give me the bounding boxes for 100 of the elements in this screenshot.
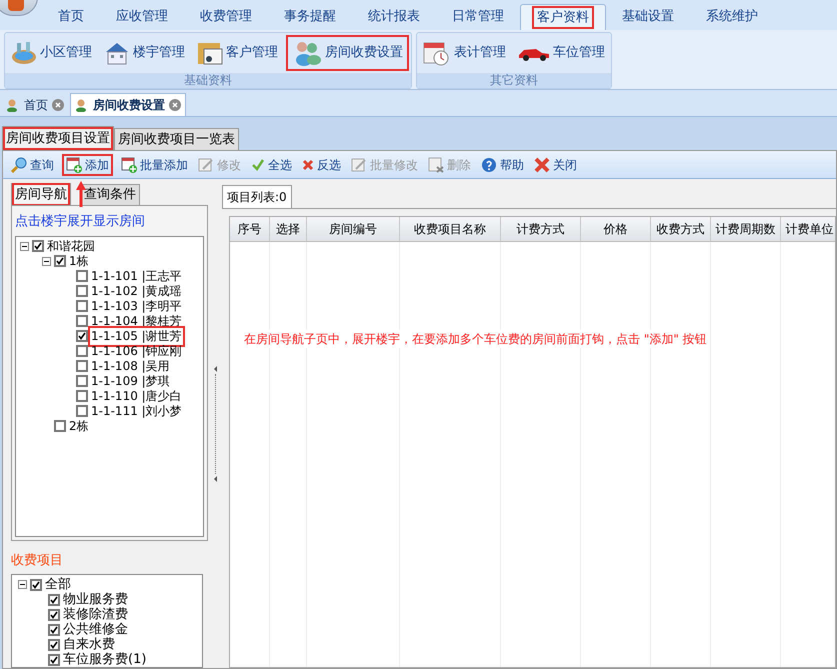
close-tab-icon[interactable]	[52, 98, 64, 110]
column-header[interactable]: 计费单位	[781, 217, 837, 241]
page-tab[interactable]: 房间收费项目设置	[2, 126, 114, 150]
tree-item-label[interactable]: 自来水费	[63, 637, 115, 652]
fee-items-title: 收费项目	[11, 552, 64, 570]
page-tab[interactable]: 房间收费项目一览表	[114, 128, 239, 150]
ribbon-button[interactable]: 车位管理	[514, 35, 609, 71]
ribbon-button[interactable]: 客户管理	[193, 35, 282, 71]
menu-tab[interactable]: 客户资料	[520, 4, 606, 30]
ribbon-button[interactable]: 小区管理	[7, 35, 96, 71]
collapse-toggle-icon[interactable]	[42, 256, 51, 266]
house-icon	[104, 40, 130, 66]
document-tab[interactable]: 房间收费设置	[70, 93, 186, 116]
checkbox[interactable]	[48, 654, 60, 666]
menu-tab[interactable]: 日常管理	[436, 4, 520, 30]
add-row-icon	[66, 156, 82, 172]
column-header[interactable]: 价格	[581, 217, 651, 241]
checkbox[interactable]	[48, 638, 60, 650]
cross-icon	[302, 158, 314, 170]
tree-item-label[interactable]: 1-1-102 |黄成瑶	[91, 284, 182, 298]
document-tab[interactable]: 首页	[2, 93, 68, 116]
edit-icon	[198, 156, 214, 172]
panel-tab[interactable]: 房间导航	[11, 183, 71, 205]
column-header[interactable]: 房间编号	[307, 217, 400, 241]
checkbox[interactable]	[76, 375, 88, 387]
collapse-toggle-icon[interactable]	[18, 580, 27, 589]
delete-icon	[428, 156, 444, 172]
menu-tab[interactable]: 事务提醒	[268, 4, 352, 30]
checkbox[interactable]	[76, 285, 88, 297]
collapse-toggle-icon[interactable]	[20, 242, 29, 250]
add-row-icon	[121, 156, 137, 172]
checkbox[interactable]	[76, 300, 88, 312]
tree-item-label[interactable]: 1-1-110 |唐少白	[91, 388, 182, 404]
tree-item-label[interactable]: 1栋	[69, 254, 89, 268]
tree-item-label[interactable]: 1-1-109 |梦琪	[91, 374, 170, 388]
list-tab[interactable]: 项目列表:0	[222, 185, 292, 208]
tree-item-label[interactable]: 1-1-101 |王志平	[91, 268, 182, 284]
column-header[interactable]: 收费方式	[651, 217, 711, 241]
folder-icon	[197, 40, 223, 66]
close-icon	[534, 156, 550, 172]
navigation-hint: 点击楼宇展开显示房间	[15, 213, 146, 231]
tree-item-label[interactable]: 公共维修金	[63, 622, 128, 637]
menu-tab[interactable]: 基础设置	[606, 4, 690, 30]
tree-item-label[interactable]: 全部	[45, 577, 71, 592]
column-header[interactable]: 序号	[230, 217, 270, 241]
toolbar-button[interactable]: 查询	[9, 154, 56, 176]
toolbar-button[interactable]: 添加	[62, 154, 113, 176]
group-title: 基础资料	[5, 73, 411, 88]
tree-item-label[interactable]: 物业服务费	[63, 592, 128, 607]
menu-tab[interactable]: 收费管理	[184, 4, 268, 30]
edit-icon	[351, 156, 367, 172]
pool-icon	[11, 40, 37, 66]
tree-item-label[interactable]: 车位服务费(1)	[63, 652, 146, 667]
checkbox[interactable]	[54, 255, 66, 267]
checkbox[interactable]	[76, 390, 88, 402]
checkbox[interactable]	[76, 345, 88, 357]
user-icon	[75, 98, 89, 112]
checkbox[interactable]	[54, 420, 66, 432]
menu-tab[interactable]: 应收管理	[100, 4, 184, 30]
calendar-clock-icon	[423, 40, 451, 66]
checkbox[interactable]	[76, 315, 88, 327]
help-icon	[481, 156, 497, 172]
toolbar-button[interactable]: 全选	[249, 154, 294, 176]
tree-item-label[interactable]: 1-1-108 |吴用	[91, 358, 170, 374]
tree-item-label[interactable]: 1-1-105 |谢世芳	[91, 328, 182, 344]
menu-tab[interactable]: 系统维护	[690, 4, 774, 30]
toolbar-button[interactable]: 帮助	[479, 154, 526, 176]
toolbar-button[interactable]: 关闭	[532, 154, 579, 176]
checkbox[interactable]	[32, 240, 44, 252]
checkbox[interactable]	[48, 594, 60, 606]
checkbox[interactable]	[48, 624, 60, 636]
menu-tab[interactable]: 首页	[42, 4, 100, 30]
column-header[interactable]: 计费方式	[501, 217, 581, 241]
checkbox[interactable]	[30, 578, 42, 590]
column-header[interactable]: 收费项目名称	[400, 217, 501, 241]
ribbon-button[interactable]: 楼宇管理	[100, 35, 189, 71]
checkbox[interactable]	[48, 608, 60, 620]
toolbar-button[interactable]: 批量添加	[119, 154, 190, 176]
checkbox[interactable]	[76, 405, 88, 417]
menu-tab[interactable]: 统计报表	[352, 4, 436, 30]
tree-item-label[interactable]: 1-1-111 |刘小梦	[91, 404, 182, 418]
column-header[interactable]: 选择	[270, 217, 307, 241]
checkbox[interactable]	[76, 270, 88, 282]
annotation-arrow	[76, 181, 86, 207]
checkmark-icon	[251, 158, 265, 172]
tree-item-label[interactable]: 装修除渣费	[63, 607, 128, 622]
tree-item-label[interactable]: 1-1-103 |李明平	[91, 298, 182, 314]
tree-item-label[interactable]: 和谐花园	[47, 238, 95, 254]
ribbon-button[interactable]: 表计管理	[419, 35, 510, 71]
column-header[interactable]: 计费周期数	[711, 217, 781, 241]
ribbon-button[interactable]: 房间收费设置	[286, 35, 409, 71]
tree-item-label[interactable]: 1-1-106 |钟应刚	[91, 344, 182, 358]
checkbox[interactable]	[76, 360, 88, 372]
checkbox[interactable]	[76, 330, 88, 342]
toolbar-button[interactable]: 反选	[300, 154, 343, 176]
panel-tab[interactable]: 查询条件	[80, 184, 140, 205]
tree-item-label[interactable]: 2栋	[69, 418, 89, 434]
close-tab-icon[interactable]	[169, 99, 181, 111]
group-title: 其它资料	[417, 73, 611, 88]
search-icon	[11, 156, 27, 172]
